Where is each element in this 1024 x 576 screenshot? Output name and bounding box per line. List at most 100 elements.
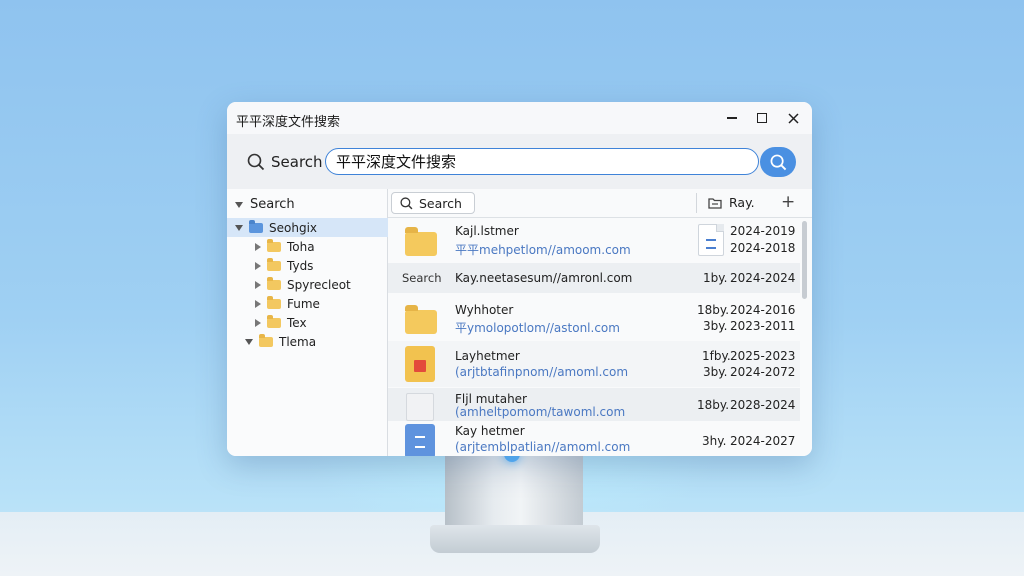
sidebar-item-label: Seohgix (269, 220, 317, 235)
toolbar-divider (696, 193, 697, 213)
file-path[interactable]: (arjtemblpatlian//amoml.com (455, 440, 630, 454)
table-row[interactable]: Search Kay.neetasesum//amronl.com 1by. 2… (388, 263, 800, 293)
minimize-icon (727, 117, 737, 119)
folder-open-icon (708, 197, 722, 209)
search-icon (770, 154, 786, 170)
file-path[interactable]: 平ymolopotlom//astonl.com (455, 319, 620, 336)
search-button[interactable] (760, 147, 796, 177)
sidebar-item-spyrecleot[interactable]: Spyrecleot (227, 275, 351, 294)
sidebar-header[interactable]: Search (235, 197, 295, 212)
tab-label: Search (419, 195, 462, 211)
table-row[interactable]: Kay hetmer (arjtemblpatlian//amoml.com 3… (388, 422, 800, 456)
sidebar-item-label: Spyrecleot (287, 277, 351, 292)
file-name: Wyhhoter (455, 303, 514, 317)
modified-date: 2024-2019 (730, 224, 796, 238)
pdf-icon (405, 346, 435, 382)
chevron-right-icon (255, 299, 261, 308)
chevron-down-icon (235, 224, 243, 231)
title-bar: 平平深度文件搜索 (227, 102, 812, 134)
sidebar-item-label: Toha (287, 239, 315, 254)
folder-icon (259, 333, 273, 347)
window-title: 平平深度文件搜索 (236, 115, 341, 130)
add-button[interactable]: + (781, 192, 795, 212)
sidebar-item-label: Fume (287, 296, 320, 311)
chevron-right-icon (255, 280, 261, 289)
file-name: Layhetmer (455, 349, 520, 363)
monitor-stand (445, 452, 583, 530)
document-icon (698, 224, 724, 256)
sidebar-item-toha[interactable]: Toha (227, 237, 315, 256)
modified-date: 2025-2023 (730, 349, 796, 363)
modified-date: 2024-2016 (730, 303, 796, 317)
folder-icon (249, 219, 263, 233)
close-button[interactable] (781, 107, 805, 129)
modified-date: 2024-2027 (730, 434, 796, 448)
results-panel: Search Ray. + Kajl.lstmer 平平mehpetlom//a… (388, 189, 812, 456)
file-size: 1fby. (702, 349, 731, 363)
folder-icon (405, 227, 437, 256)
created-date: 2023-2011 (730, 319, 796, 333)
ray-label: Ray. (729, 195, 755, 210)
close-icon (787, 112, 799, 124)
file-size: 18by. (697, 398, 730, 412)
scrollbar[interactable] (802, 221, 807, 299)
sidebar-item-tex[interactable]: Tex (227, 313, 307, 332)
folder-icon (267, 257, 281, 271)
table-row[interactable]: Wyhhoter 平ymolopotlom//astonl.com 18by. … (388, 294, 800, 340)
text-file-lines (415, 436, 425, 448)
file-name: Fljl mutaher (455, 392, 527, 406)
monitor-stand-base (430, 525, 600, 553)
file-path[interactable]: (arjtbtafinpnom//amoml.com (455, 365, 628, 379)
file-name: Kay.neetasesum//amronl.com (455, 271, 633, 285)
folder-icon (267, 238, 281, 252)
ray-button[interactable]: Ray. (708, 195, 755, 210)
maximize-icon (757, 113, 767, 123)
file-path[interactable]: (amheltpomom/tawoml.com (455, 405, 625, 419)
sidebar-item-tyds[interactable]: Tyds (227, 256, 313, 275)
sidebar-item-tlema[interactable]: Tlema (227, 332, 316, 351)
blank-file-icon (406, 393, 434, 421)
search-label-group: Search (247, 153, 323, 171)
text-file-icon (405, 424, 435, 456)
file-size: 3by. (703, 365, 728, 379)
folder-icon (405, 305, 437, 334)
file-size: 1by. (703, 271, 728, 285)
chevron-right-icon (255, 242, 261, 251)
sidebar-item-label: Tex (287, 315, 307, 330)
chevron-down-icon (235, 201, 243, 208)
sidebar-item-seohgix[interactable]: Seohgix (227, 218, 394, 237)
table-row[interactable]: Layhetmer (arjtbtafinpnom//amoml.com 1fb… (388, 341, 800, 387)
maximize-button[interactable] (750, 107, 774, 129)
pdf-mark (414, 360, 426, 372)
file-name: Kay hetmer (455, 424, 525, 438)
document-lines (706, 239, 716, 249)
modified-date: 2028-2024 (730, 398, 796, 412)
file-size: 18by. (697, 303, 730, 317)
sidebar-item-fume[interactable]: Fume (227, 294, 320, 313)
file-name: Kajl.lstmer (455, 224, 519, 238)
file-kind: Search (402, 271, 442, 285)
search-input[interactable] (325, 148, 759, 175)
created-date: 2024-2072 (730, 365, 796, 379)
file-size: 3hy. (702, 434, 727, 448)
folder-icon (267, 295, 281, 309)
sidebar-item-label: Tlema (279, 334, 317, 349)
created-date: 2024-2018 (730, 241, 796, 255)
table-row[interactable]: Kajl.lstmer 平平mehpetlom//amoom.com 2024-… (388, 217, 800, 262)
chevron-down-icon (245, 338, 253, 345)
search-icon (247, 153, 265, 171)
chevron-right-icon (255, 318, 261, 327)
sidebar-item-label: Tyds (287, 258, 314, 273)
results-toolbar: Search Ray. + (388, 189, 812, 218)
sidebar-header-label: Search (250, 197, 295, 212)
chevron-right-icon (255, 261, 261, 270)
table-row[interactable]: Fljl mutaher (amheltpomom/tawoml.com 18b… (388, 388, 800, 421)
minimize-button[interactable] (720, 107, 744, 129)
folder-icon (267, 276, 281, 290)
app-window: 平平深度文件搜索 Search Sear (227, 102, 812, 456)
file-size: 3by. (703, 319, 728, 333)
search-label: Search (271, 153, 323, 171)
file-path[interactable]: 平平mehpetlom//amoom.com (455, 241, 631, 258)
sidebar: Search Seohgix Toha Tyds Spyrecleot Fume (227, 189, 394, 456)
tab-search[interactable]: Search (391, 192, 475, 214)
